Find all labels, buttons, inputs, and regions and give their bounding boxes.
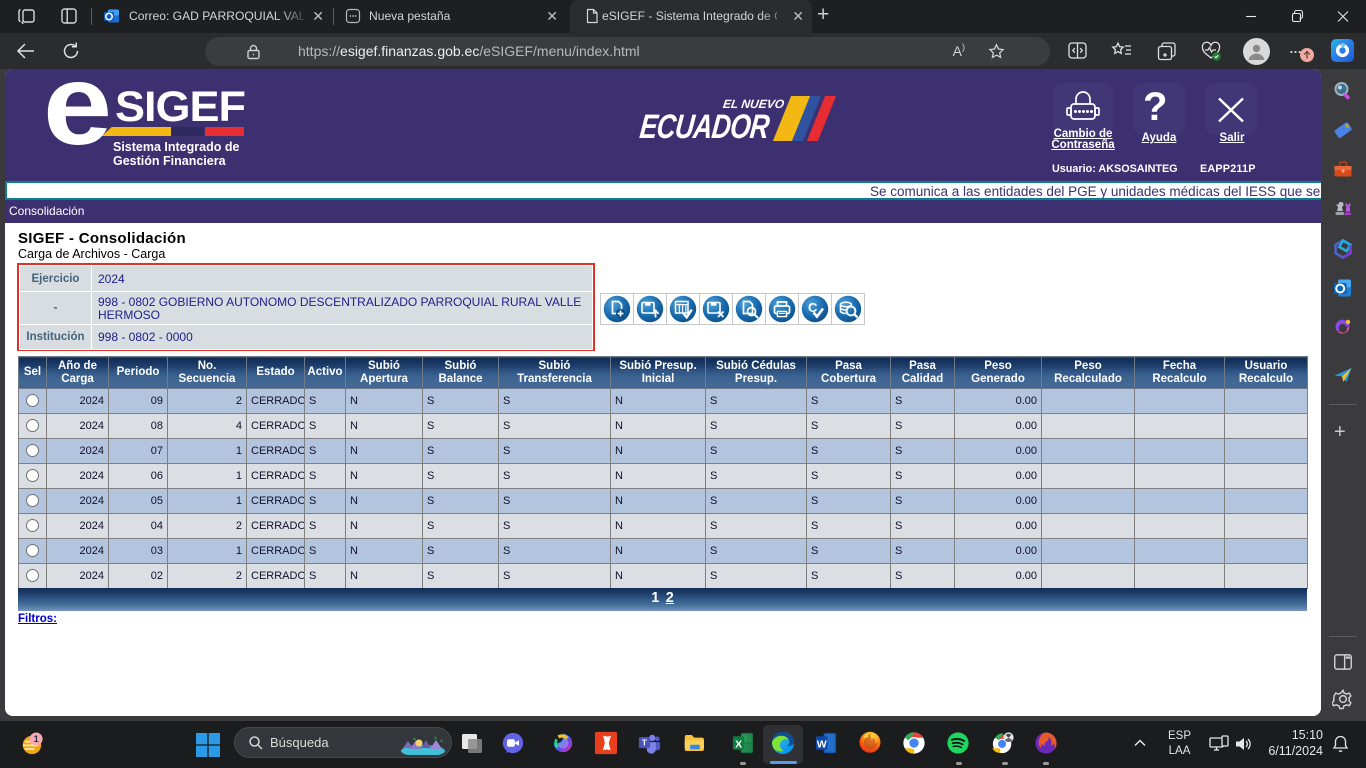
svg-text:C: C: [808, 300, 818, 315]
svg-text:W: W: [817, 738, 827, 750]
svg-text:T: T: [642, 737, 647, 747]
svg-text:1: 1: [34, 734, 39, 744]
svg-text:X: X: [735, 738, 742, 750]
